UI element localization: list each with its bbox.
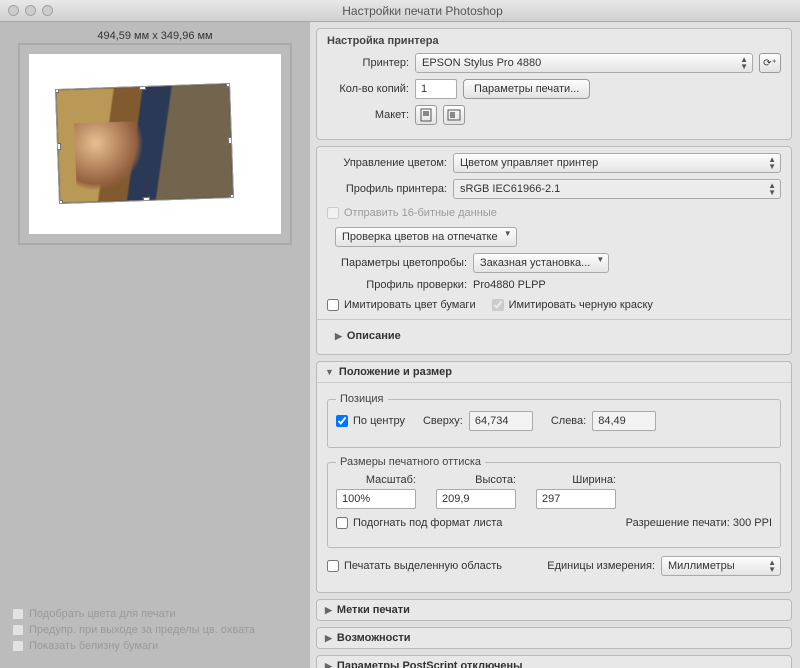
chevron-updown-icon: ▲▼ [768,182,776,196]
zoom-icon[interactable] [42,5,53,16]
center-check[interactable]: По центру [336,413,405,429]
color-handling-label: Управление цветом: [327,157,447,169]
fit-media-checkbox[interactable] [336,517,348,529]
layout-label: Макет: [327,109,409,121]
fit-media-check[interactable]: Подогнать под формат листа [336,515,502,531]
print-settings-button[interactable]: Параметры печати... [463,79,590,99]
print-preview-paper [19,44,291,244]
printer-profile-label: Профиль принтера: [327,183,447,195]
left-input: 84,49 [592,411,656,431]
printer-label: Принтер: [327,57,409,69]
top-input: 64,734 [469,411,533,431]
print-marks-header[interactable]: ▶ Метки печати [317,600,791,620]
center-checkbox[interactable] [336,415,348,427]
left-label: Слева: [551,415,586,427]
description-section-header[interactable]: ▶ Описание [327,326,781,346]
printer-profile-select: sRGB IEC61966-2.1 ▲▼ [453,179,781,199]
proof-colors-select[interactable]: Проверка цветов на отпечатке ▼ [335,227,517,247]
functions-section: ▶ Возможности [316,627,792,649]
simulate-paper-checkbox[interactable] [327,299,339,311]
triangle-right-icon: ▶ [325,633,332,644]
send-16bit-checkbox [327,207,339,219]
height-label: Высота: [436,474,516,486]
triangle-down-icon: ▼ [325,367,334,377]
proof-profile-label: Профиль проверки: [327,279,467,291]
chevron-updown-icon: ▲▼ [740,56,748,70]
layout-landscape-button[interactable] [443,105,465,125]
triangle-right-icon: ▶ [325,605,332,616]
minimize-icon[interactable] [25,5,36,16]
height-input[interactable]: 209,9 [436,489,516,509]
top-label: Сверху: [423,415,463,427]
position-size-header[interactable]: ▼ Положение и размер [317,362,791,383]
send-16bit-check: Отправить 16-битные данные [327,205,781,221]
scaled-size-fieldset: Размеры печатного оттиска Масштаб: 100% … [327,456,781,548]
preview-dimensions: 494,59 мм x 349,96 мм [10,30,300,42]
chevron-down-icon: ▼ [504,230,512,237]
postscript-header[interactable]: ▶ Параметры PostScript отключены [317,656,791,668]
window-controls[interactable] [8,5,53,16]
gamut-warning-checkbox [12,624,24,636]
proof-params-label: Параметры цветопробы: [327,257,467,269]
color-handling-select[interactable]: Цветом управляет принтер ▲▼ [453,153,781,173]
position-size-section: ▼ Положение и размер Позиция По центру С… [316,361,792,593]
width-input[interactable]: 297 [536,489,616,509]
scale-label: Масштаб: [336,474,416,486]
position-fieldset: Позиция По центру Сверху: 64,734 Слева: … [327,393,781,448]
proof-profile-value: Pro4880 PLPP [473,279,546,291]
paper-white-check: Показать белизну бумаги [12,638,298,654]
color-management-panel: Управление цветом: Цветом управляет прин… [316,146,792,355]
window-title: Настройки печати Photoshop [53,4,792,18]
portrait-icon [420,108,432,122]
units-select[interactable]: Миллиметры ▲▼ [661,556,781,576]
print-selected-check[interactable]: Печатать выделенную область [327,558,502,574]
chevron-down-icon: ▼ [596,256,604,263]
width-label: Ширина: [536,474,616,486]
settings-pane: Настройка принтера Принтер: EPSON Stylus… [310,22,800,668]
simulate-black-check: Имитировать черную краску [492,297,653,313]
chevron-updown-icon: ▲▼ [768,156,776,170]
chevron-updown-icon: ▲▼ [768,559,776,573]
paper-white-checkbox [12,640,24,652]
close-icon[interactable] [8,5,19,16]
gamut-warning-check: Предупр. при выходе за пределы цв. охват… [12,622,298,638]
print-resolution-label: Разрешение печати: 300 PPI [626,517,772,529]
printer-setup-header: Настройка принтера [327,35,781,47]
copies-input[interactable]: 1 [415,79,457,99]
printer-refresh-button[interactable]: ⟳⁺ [759,53,781,73]
simulate-black-checkbox [492,299,504,311]
landscape-icon [447,109,461,121]
layout-portrait-button[interactable] [415,105,437,125]
triangle-right-icon: ▶ [325,661,332,668]
printer-setup-panel: Настройка принтера Принтер: EPSON Stylus… [316,28,792,140]
printer-select[interactable]: EPSON Stylus Pro 4880 ▲▼ [415,53,753,73]
match-print-colors-check: Подобрать цвета для печати [12,606,298,622]
postscript-section: ▶ Параметры PostScript отключены [316,655,792,668]
print-selected-checkbox[interactable] [327,560,339,572]
copies-label: Кол-во копий: [327,83,409,95]
units-label: Единицы измерения: [547,560,655,572]
simulate-paper-check[interactable]: Имитировать цвет бумаги [327,297,476,313]
scale-input[interactable]: 100% [336,489,416,509]
preview-pane: 494,59 мм x 349,96 мм [0,22,310,668]
print-marks-section: ▶ Метки печати [316,599,792,621]
match-print-colors-checkbox [12,608,24,620]
triangle-right-icon: ▶ [335,331,342,342]
titlebar: Настройки печати Photoshop [0,0,800,22]
preview-image[interactable] [55,83,234,204]
functions-header[interactable]: ▶ Возможности [317,628,791,648]
proof-params-select[interactable]: Заказная установка... ▼ [473,253,609,273]
